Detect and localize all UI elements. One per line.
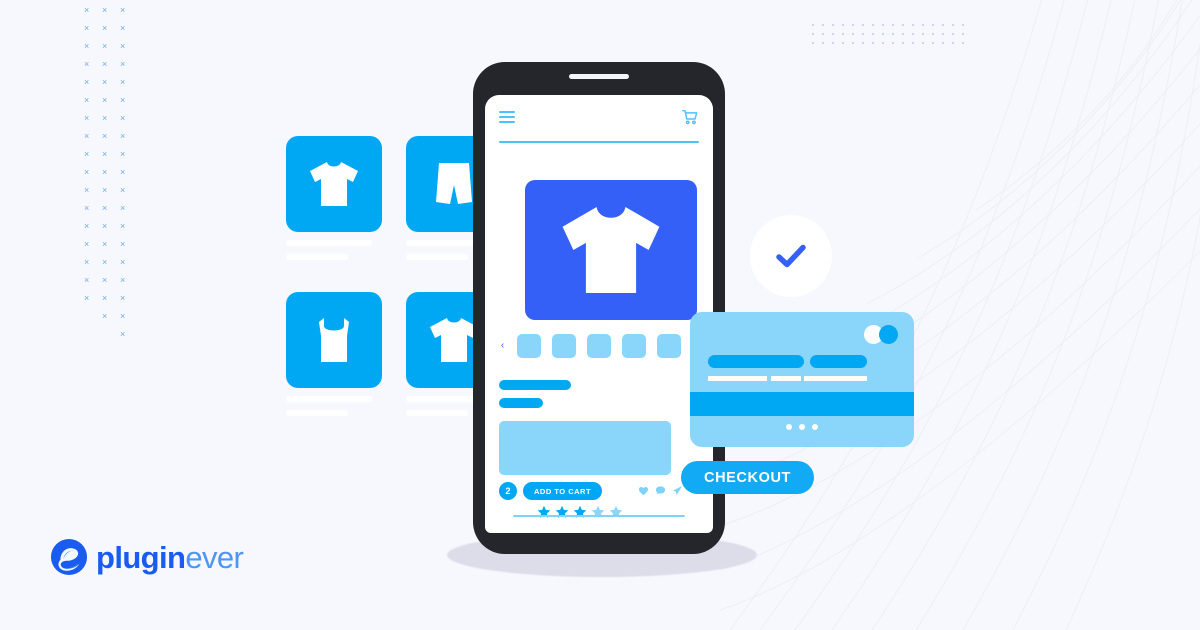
carousel-thumbnail[interactable] xyxy=(657,334,681,358)
order-success-badge xyxy=(750,215,832,297)
product-price-placeholder xyxy=(499,398,543,408)
tshirt-icon xyxy=(310,162,358,206)
tank-top-icon xyxy=(319,318,349,362)
checkout-button[interactable]: CHECKOUT xyxy=(681,461,814,494)
card-network-logo-icon xyxy=(864,325,898,344)
brand-name-primary: plugin xyxy=(96,539,186,575)
card-number-bar xyxy=(810,355,867,368)
quantity-badge[interactable]: 2 xyxy=(499,482,517,500)
brand-logo-text: pluginever xyxy=(96,539,244,575)
product-tile-tshirt[interactable] xyxy=(286,136,382,260)
thumbnail-carousel[interactable]: ‹ › xyxy=(499,334,699,358)
shopping-cart-icon[interactable] xyxy=(681,108,699,126)
social-action-icons xyxy=(638,485,683,496)
carousel-thumbnail[interactable] xyxy=(517,334,541,358)
hamburger-menu-icon[interactable] xyxy=(499,111,515,126)
card-detail-dash xyxy=(804,376,867,381)
carousel-thumbnail[interactable] xyxy=(552,334,576,358)
topbar-divider xyxy=(499,141,699,143)
x-pattern-decoration: × × × × × × × × × × × × × × × × × × × × × × × × × × × × × × … xyxy=(84,5,126,339)
tshirt-icon xyxy=(562,206,660,294)
carousel-thumbnail[interactable] xyxy=(622,334,646,358)
card-detail-dash xyxy=(708,376,767,381)
product-hero-image[interactable] xyxy=(525,180,697,320)
product-tile-thumb xyxy=(286,292,382,388)
phone-speaker xyxy=(569,74,629,79)
add-to-cart-button[interactable]: ADD TO CART xyxy=(523,482,603,500)
card-number-bar xyxy=(708,355,804,368)
heart-icon[interactable] xyxy=(638,485,649,496)
product-title-placeholder xyxy=(499,380,571,390)
share-icon[interactable] xyxy=(672,485,683,496)
card-magnetic-stripe xyxy=(690,392,914,416)
checkmark-icon xyxy=(776,244,806,268)
illustration-canvas: × × × × × × × × × × × × × × × × × × × × × × × × × × × × × × … xyxy=(0,0,1200,630)
product-sub-placeholder xyxy=(286,410,348,416)
product-sub-placeholder xyxy=(406,254,468,260)
phone-screen: ‹ › 2 ADD TO CART xyxy=(485,95,713,533)
product-tile-thumb xyxy=(286,136,382,232)
product-grid xyxy=(286,136,502,432)
product-description-placeholder xyxy=(499,421,671,475)
app-topbar xyxy=(499,107,699,129)
comment-icon[interactable] xyxy=(655,485,666,496)
product-title-placeholder xyxy=(286,240,372,246)
card-detail-dash xyxy=(771,376,801,381)
brand-logo[interactable]: pluginever xyxy=(50,538,244,576)
carousel-prev-button[interactable]: ‹ xyxy=(499,341,506,351)
pluginever-e-mark-icon xyxy=(50,538,88,576)
product-sub-placeholder xyxy=(286,254,348,260)
card-chip-dots xyxy=(690,424,914,430)
carousel-thumbnail[interactable] xyxy=(587,334,611,358)
product-sub-placeholder xyxy=(406,410,468,416)
product-tile-tank-top[interactable] xyxy=(286,292,382,416)
product-title-placeholder xyxy=(286,396,372,402)
brand-name-secondary: ever xyxy=(185,539,244,575)
credit-card-graphic xyxy=(690,312,914,447)
product-action-row: 2 ADD TO CART xyxy=(499,482,699,502)
screen-bottom-divider xyxy=(513,515,685,517)
